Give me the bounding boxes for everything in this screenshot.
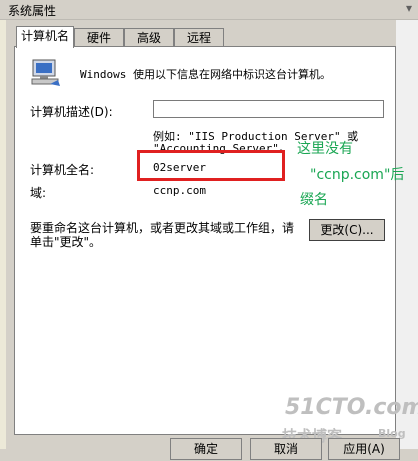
full-name-label: 计算机全名: <box>30 163 95 177</box>
tab-remote[interactable]: 远程 <box>174 28 224 46</box>
title-bar: 系统属性 ▾ <box>0 0 418 20</box>
watermark-site: 51CTO.com <box>285 395 418 420</box>
tab-hardware[interactable]: 硬件 <box>74 28 124 46</box>
tab-advanced[interactable]: 高级 <box>124 28 174 46</box>
left-edge <box>0 19 6 449</box>
annotation-line-1: 这里没有 <box>297 141 353 157</box>
computer-description-field[interactable] <box>153 100 384 118</box>
ok-button[interactable]: 确定 <box>170 438 242 460</box>
tab-computer-name[interactable]: 计算机名 <box>16 26 74 48</box>
cancel-button[interactable]: 取消 <box>250 438 322 460</box>
annotation-line-3: 缀名 <box>300 192 328 208</box>
apply-button[interactable]: 应用(A) <box>328 438 400 460</box>
domain-value: ccnp.com <box>153 184 206 197</box>
rename-text-line-2: 单击"更改"。 <box>30 235 102 249</box>
computer-icon <box>31 59 60 86</box>
annotation-line-2: "ccnp.com"后 <box>310 167 405 183</box>
domain-label: 域: <box>30 186 47 200</box>
dropdown-arrow-icon[interactable]: ▾ <box>406 1 412 15</box>
change-button[interactable]: 更改(C)... <box>309 219 385 241</box>
window-title: 系统属性 <box>8 4 57 18</box>
highlight-box <box>137 150 285 181</box>
right-edge <box>396 19 418 449</box>
description-label: 计算机描述(D): <box>30 105 113 119</box>
intro-text: Windows 使用以下信息在网络中标识这台计算机。 <box>80 68 331 81</box>
